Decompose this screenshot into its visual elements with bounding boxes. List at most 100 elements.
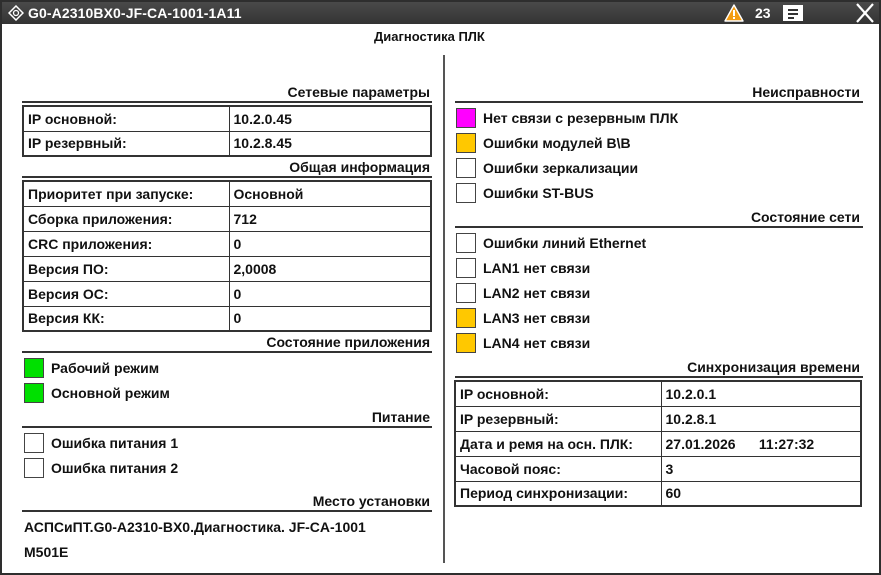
- status-lamp: [456, 258, 476, 278]
- indicator-lan1-no-link: LAN1 нет связи: [456, 258, 856, 278]
- status-lamp: [456, 283, 476, 303]
- list-icon[interactable]: [783, 5, 803, 21]
- table-row: Версия ОС: 0: [22, 280, 432, 307]
- net-state-section-title: Состояние сети: [750, 209, 860, 225]
- plc-datetime-label: Дата и ремя на осн. ПЛК:: [454, 430, 662, 457]
- sync-ip-backup-label: IP резервный:: [454, 405, 662, 432]
- network-section-title: Сетевые параметры: [287, 84, 431, 100]
- time-sync-section-title: Синхронизация времени: [687, 359, 860, 375]
- status-lamp: [456, 158, 476, 178]
- table-row: Часовой пояс: 3: [454, 455, 862, 482]
- ip-primary-label: IP основной:: [22, 105, 230, 132]
- sync-ip-primary-value: 10.2.0.1: [660, 380, 862, 407]
- ip-primary-value: 10.2.0.45: [228, 105, 432, 132]
- status-lamp: [456, 308, 476, 328]
- ip-backup-value: 10.2.8.45: [228, 130, 432, 157]
- indicator-label: Ошибки линий Ethernet: [483, 235, 647, 251]
- timezone-value: 3: [660, 455, 862, 482]
- sync-period-label: Период синхронизации:: [454, 480, 662, 507]
- indicator-label: Ошибки ST-BUS: [483, 185, 594, 201]
- power-section-title: Питание: [371, 409, 430, 425]
- close-icon[interactable]: [854, 2, 876, 24]
- status-lamp: [456, 108, 476, 128]
- indicator-power-error-1: Ошибка питания 1: [24, 433, 324, 453]
- app-build-label: Сборка приложения:: [22, 205, 230, 232]
- faults-section-underline: [455, 101, 863, 103]
- table-row: Версия ПО: 2,0008: [22, 255, 432, 282]
- table-row: IP основной: 10.2.0.1: [454, 380, 862, 407]
- page-title: Диагностика ПЛК: [374, 29, 485, 44]
- net-state-section-underline: [455, 226, 863, 228]
- indicator-label: Основной режим: [51, 385, 170, 401]
- kk-version-label: Версия КК:: [22, 305, 230, 332]
- time-sync-table: IP основной: 10.2.0.1 IP резервный: 10.2…: [454, 380, 862, 507]
- indicator-power-error-2: Ошибка питания 2: [24, 458, 324, 478]
- time-sync-section-underline: [455, 376, 863, 378]
- indicator-label: Ошибки зеркализации: [483, 160, 639, 176]
- indicator-primary-mode: Основной режим: [24, 383, 324, 403]
- title-bar: G0-A2310BX0-JF-CA-1001-1A11 23: [2, 2, 879, 24]
- status-lamp: [456, 233, 476, 253]
- table-row: IP основной: 10.2.0.45: [22, 105, 432, 132]
- indicator-label: Ошибка питания 2: [51, 460, 179, 476]
- table-row: CRC приложения: 0: [22, 230, 432, 257]
- column-divider: [443, 55, 445, 563]
- startup-priority-value: Основной: [228, 180, 432, 207]
- app-state-section-title: Состояние приложения: [266, 334, 430, 350]
- sw-version-value: 2,0008: [228, 255, 432, 282]
- startup-priority-label: Приоритет при запуске:: [22, 180, 230, 207]
- table-row: Приоритет при запуске: Основной: [22, 180, 432, 207]
- status-lamp: [24, 458, 44, 478]
- os-version-value: 0: [228, 280, 432, 307]
- sync-ip-backup-value: 10.2.8.1: [660, 405, 862, 432]
- install-section-underline: [22, 510, 432, 512]
- indicator-working-mode: Рабочий режим: [24, 358, 324, 378]
- app-crc-value: 0: [228, 230, 432, 257]
- install-location-line2: M501E: [24, 544, 69, 560]
- indicator-label: Ошибки модулей В\В: [483, 135, 631, 151]
- alarm-count[interactable]: 23: [755, 5, 771, 21]
- network-table: IP основной: 10.2.0.45 IP резервный: 10.…: [22, 105, 432, 157]
- general-info-table: Приоритет при запуске: Основной Сборка п…: [22, 180, 432, 332]
- app-crc-label: CRC приложения:: [22, 230, 230, 257]
- install-section-title: Место установки: [312, 493, 430, 509]
- status-lamp: [24, 383, 44, 403]
- indicator-mirroring-errors: Ошибки зеркализации: [456, 158, 856, 178]
- status-lamp: [456, 133, 476, 153]
- install-location-line1: АСПСиПТ.G0-A2310-BX0.Диагностика. JF-CA-…: [24, 519, 366, 535]
- diamond-app-icon[interactable]: [8, 5, 24, 21]
- general-section-title: Общая информация: [289, 159, 430, 175]
- app-state-section-underline: [22, 351, 432, 353]
- indicator-label: LAN2 нет связи: [483, 285, 591, 301]
- sw-version-label: Версия ПО:: [22, 255, 230, 282]
- network-section-underline: [22, 101, 432, 103]
- status-lamp: [24, 358, 44, 378]
- general-section-underline: [22, 176, 432, 178]
- indicator-ethernet-line-errors: Ошибки линий Ethernet: [456, 233, 856, 253]
- indicator-no-backup-link: Нет связи с резервным ПЛК: [456, 108, 856, 128]
- indicator-label: LAN4 нет связи: [483, 335, 591, 351]
- plc-datetime-value: 27.01.2026 11:27:32: [660, 430, 862, 457]
- status-lamp: [24, 433, 44, 453]
- indicator-io-module-errors: Ошибки модулей В\В: [456, 133, 856, 153]
- kk-version-value: 0: [228, 305, 432, 332]
- indicator-lan4-no-link: LAN4 нет связи: [456, 333, 856, 353]
- status-lamp: [456, 333, 476, 353]
- app-build-value: 712: [228, 205, 432, 232]
- diagnostics-window: G0-A2310BX0-JF-CA-1001-1A11 23 Диагности…: [0, 0, 881, 575]
- indicator-label: Ошибка питания 1: [51, 435, 179, 451]
- faults-section-title: Неисправности: [752, 84, 860, 100]
- table-row: IP резервный: 10.2.8.45: [22, 130, 432, 157]
- table-row: Дата и ремя на осн. ПЛК: 27.01.2026 11:2…: [454, 430, 862, 457]
- timezone-label: Часовой пояс:: [454, 455, 662, 482]
- warning-icon[interactable]: [724, 4, 744, 22]
- os-version-label: Версия ОС:: [22, 280, 230, 307]
- table-row: Версия КК: 0: [22, 305, 432, 332]
- window-title: G0-A2310BX0-JF-CA-1001-1A11: [28, 5, 242, 21]
- table-row: Период синхронизации: 60: [454, 480, 862, 507]
- sync-ip-primary-label: IP основной:: [454, 380, 662, 407]
- indicator-label: LAN1 нет связи: [483, 260, 591, 276]
- indicator-lan2-no-link: LAN2 нет связи: [456, 283, 856, 303]
- indicator-st-bus-errors: Ошибки ST-BUS: [456, 183, 856, 203]
- indicator-label: LAN3 нет связи: [483, 310, 591, 326]
